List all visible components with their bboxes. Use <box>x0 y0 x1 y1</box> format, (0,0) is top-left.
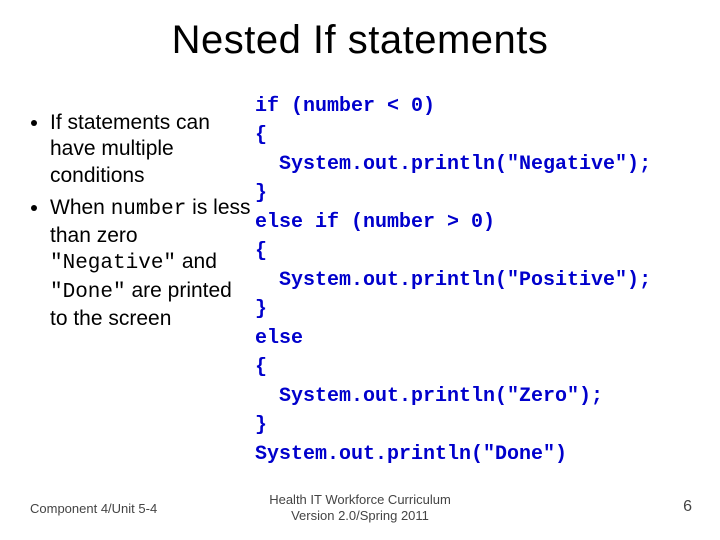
inline-code: "Done" <box>50 281 126 304</box>
slide: Nested If statements If statements can h… <box>0 0 720 540</box>
inline-code: number <box>111 198 187 221</box>
slide-number: 6 <box>683 498 692 516</box>
bullet-list: If statements can have multiple conditio… <box>30 92 255 338</box>
footer-center: Health IT Workforce Curriculum Version 2… <box>0 492 720 525</box>
bullet-text: When <box>50 196 111 219</box>
footer-center-line: Health IT Workforce Curriculum <box>269 492 451 507</box>
bullet-item: If statements can have multiple conditio… <box>50 110 255 189</box>
slide-title: Nested If statements <box>0 18 720 63</box>
footer-center-line: Version 2.0/Spring 2011 <box>291 508 429 523</box>
content-row: If statements can have multiple conditio… <box>30 92 700 469</box>
code-block: if (number < 0) { System.out.println("Ne… <box>255 92 700 469</box>
bullet-text: and <box>176 250 217 273</box>
inline-code: "Negative" <box>50 252 176 275</box>
bullet-text: If statements can have multiple conditio… <box>50 111 210 187</box>
bullet-item: When number is less than zero "Negative"… <box>50 195 255 332</box>
